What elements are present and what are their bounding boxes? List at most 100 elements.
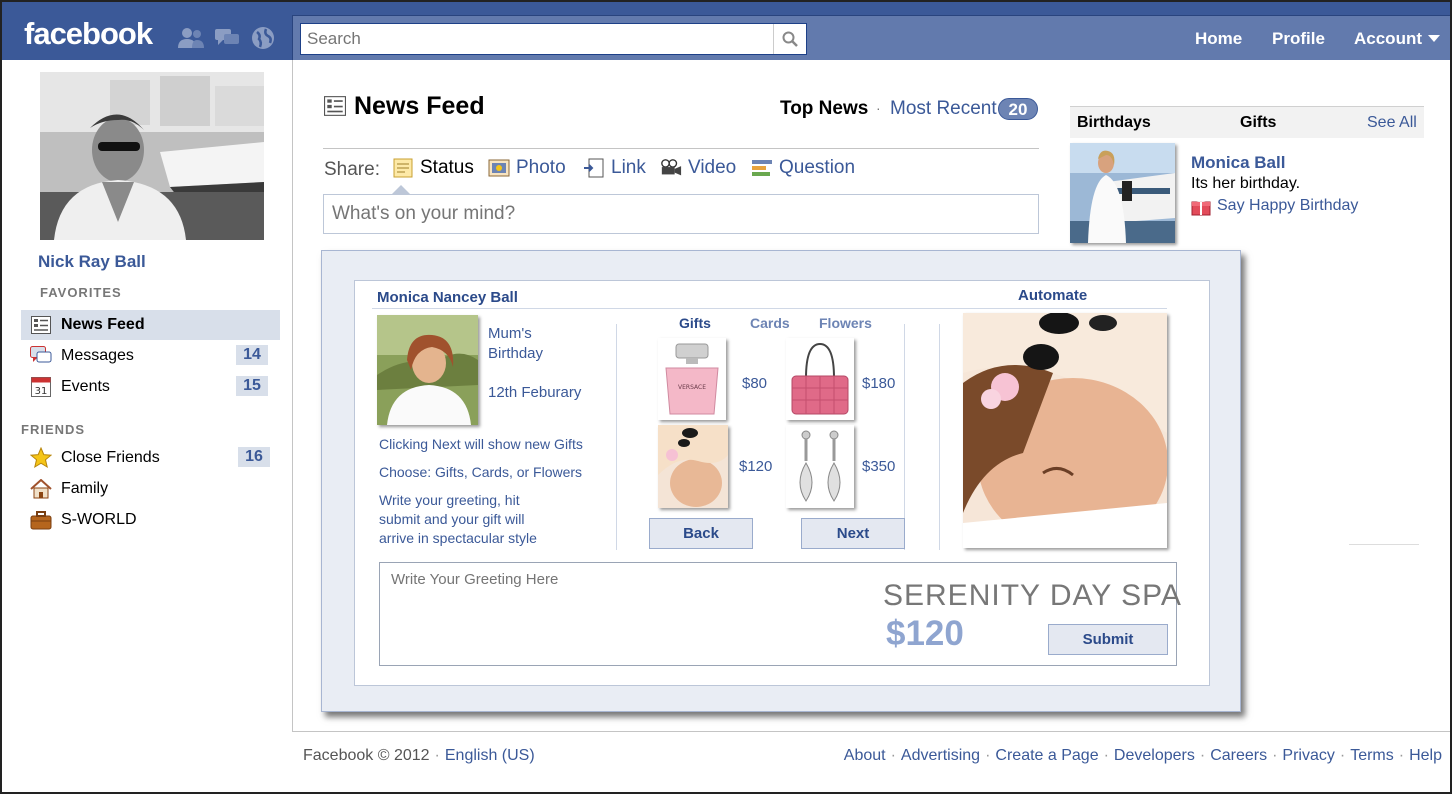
hint-write-line-2: submit and your gift will bbox=[379, 511, 525, 527]
footer-link-help[interactable]: Help bbox=[1409, 747, 1442, 765]
share-option-label: Photo bbox=[516, 157, 566, 178]
friends-heading: FRIENDS bbox=[21, 422, 86, 437]
profile-name-link[interactable]: Nick Ray Ball bbox=[38, 252, 146, 272]
hint-write-line-1: Write your greeting, hit bbox=[379, 492, 520, 508]
share-option-label: Question bbox=[779, 157, 856, 178]
footer-copyright: Facebook © 2012 bbox=[303, 747, 430, 764]
search-input[interactable] bbox=[301, 24, 773, 54]
search-button[interactable] bbox=[773, 24, 806, 54]
tab-birthdays[interactable]: Birthdays bbox=[1077, 114, 1151, 132]
notifications-globe-icon[interactable] bbox=[250, 26, 276, 50]
facebook-logo[interactable]: facebook bbox=[24, 16, 153, 52]
automate-link[interactable]: Automate bbox=[1018, 287, 1087, 304]
question-poll-icon bbox=[751, 157, 773, 179]
selected-gift-name: SERENITY DAY SPA bbox=[883, 579, 1182, 612]
messages-icon bbox=[29, 345, 53, 367]
footer-links: About · Advertising · Create a Page · Devel… bbox=[844, 747, 1442, 765]
share-video-option[interactable]: Video bbox=[660, 157, 736, 179]
sidebar-item-messages[interactable]: Messages 14 bbox=[21, 341, 280, 371]
briefcase-icon bbox=[29, 509, 53, 531]
birthday-friend-photo[interactable] bbox=[1070, 143, 1175, 243]
close-friends-count-badge: 16 bbox=[238, 447, 270, 467]
video-camera-icon bbox=[660, 157, 682, 179]
sidebar-item-events[interactable]: 31 Events 15 bbox=[21, 372, 280, 402]
footer-language-link[interactable]: English (US) bbox=[445, 747, 535, 765]
tab-flowers[interactable]: Flowers bbox=[819, 315, 872, 331]
next-button[interactable]: Next bbox=[801, 518, 905, 549]
greeting-input[interactable] bbox=[380, 563, 860, 665]
top-news-tab[interactable]: Top News bbox=[780, 98, 868, 120]
see-all-link[interactable]: See All bbox=[1367, 114, 1417, 132]
gift-item-spa[interactable] bbox=[658, 425, 728, 508]
friend-requests-icon[interactable] bbox=[178, 26, 204, 50]
share-option-label: Status bbox=[420, 157, 474, 178]
tab-gifts[interactable]: Gifts bbox=[679, 315, 711, 331]
messages-jewel-icon[interactable] bbox=[214, 26, 240, 50]
link-icon bbox=[583, 157, 605, 179]
footer-separator: · bbox=[434, 747, 440, 764]
nav-home-link[interactable]: Home bbox=[1195, 29, 1242, 49]
footer-link-careers[interactable]: Careers bbox=[1210, 747, 1267, 765]
sidebar-item-label: S-WORLD bbox=[61, 511, 137, 528]
separator-dot: · bbox=[876, 100, 881, 116]
nav-account-label: Account bbox=[1354, 29, 1422, 48]
footer-separator: · bbox=[985, 747, 991, 764]
recipient-photo bbox=[377, 315, 478, 425]
star-icon bbox=[29, 447, 53, 469]
share-label: Share: bbox=[324, 159, 380, 180]
search-icon bbox=[782, 31, 798, 47]
share-link-option[interactable]: Link bbox=[583, 157, 646, 179]
share-option-label: Link bbox=[611, 157, 646, 178]
profile-picture[interactable] bbox=[40, 72, 264, 240]
tab-cards[interactable]: Cards bbox=[750, 315, 790, 331]
sidebar-item-label: Events bbox=[61, 378, 110, 395]
footer-link-terms[interactable]: Terms bbox=[1350, 747, 1394, 765]
house-icon bbox=[29, 478, 53, 500]
footer-link-create-page[interactable]: Create a Page bbox=[995, 747, 1098, 765]
selected-gift-price: $120 bbox=[886, 614, 964, 653]
birthday-friend-name[interactable]: Monica Ball bbox=[1191, 153, 1285, 173]
svg-text:31: 31 bbox=[35, 386, 48, 397]
birthday-text: Its her birthday. bbox=[1191, 175, 1301, 192]
nav-profile-link[interactable]: Profile bbox=[1272, 29, 1325, 49]
submit-button[interactable]: Submit bbox=[1048, 624, 1168, 655]
gift-column-divider-left bbox=[616, 324, 617, 550]
footer-link-advertising[interactable]: Advertising bbox=[901, 747, 980, 765]
gift-item-perfume[interactable]: VERSACE bbox=[658, 338, 726, 420]
chevron-down-icon bbox=[1428, 35, 1440, 42]
sidebar-item-close-friends[interactable]: Close Friends 16 bbox=[21, 443, 280, 473]
share-status-option[interactable]: Status bbox=[392, 157, 474, 179]
status-input[interactable] bbox=[324, 195, 1038, 233]
footer-separator: · bbox=[1398, 747, 1405, 764]
footer-link-privacy[interactable]: Privacy bbox=[1282, 747, 1334, 765]
gift-item-earrings[interactable] bbox=[786, 425, 854, 508]
back-button[interactable]: Back bbox=[649, 518, 753, 549]
sidebar-item-s-world[interactable]: S-WORLD bbox=[21, 505, 280, 535]
most-recent-count-badge: 20 bbox=[998, 98, 1038, 120]
footer-separator: · bbox=[890, 747, 896, 764]
share-photo-option[interactable]: Photo bbox=[488, 157, 566, 179]
selected-gift-image bbox=[963, 313, 1167, 548]
hint-write-line-3: arrive in spectacular style bbox=[379, 530, 537, 546]
search-box bbox=[300, 23, 807, 55]
news-feed-icon bbox=[29, 314, 53, 336]
occasion-label: Mum's Birthday bbox=[488, 324, 543, 364]
most-recent-tab[interactable]: Most Recent bbox=[890, 98, 997, 120]
sidebar-item-family[interactable]: Family bbox=[21, 474, 280, 504]
say-happy-birthday-link[interactable]: Say Happy Birthday bbox=[1191, 196, 1358, 216]
gift-column-divider-mid bbox=[904, 324, 905, 550]
sidebar-item-label: Close Friends bbox=[61, 449, 160, 466]
tab-gifts-right[interactable]: Gifts bbox=[1240, 114, 1276, 132]
footer-link-developers[interactable]: Developers bbox=[1114, 747, 1195, 765]
calendar-icon: 31 bbox=[29, 376, 53, 398]
gift-header-divider bbox=[372, 308, 1167, 309]
recipient-name[interactable]: Monica Nancey Ball bbox=[377, 289, 518, 306]
gift-price: $350 bbox=[862, 458, 896, 475]
sidebar-item-label: News Feed bbox=[61, 316, 145, 333]
nav-account-menu[interactable]: Account bbox=[1354, 29, 1440, 49]
sidebar-item-news-feed[interactable]: News Feed bbox=[21, 310, 280, 340]
share-question-option[interactable]: Question bbox=[751, 157, 855, 179]
feed-header-divider bbox=[323, 148, 1039, 149]
footer-link-about[interactable]: About bbox=[844, 747, 886, 765]
gift-item-handbag[interactable] bbox=[786, 338, 854, 420]
